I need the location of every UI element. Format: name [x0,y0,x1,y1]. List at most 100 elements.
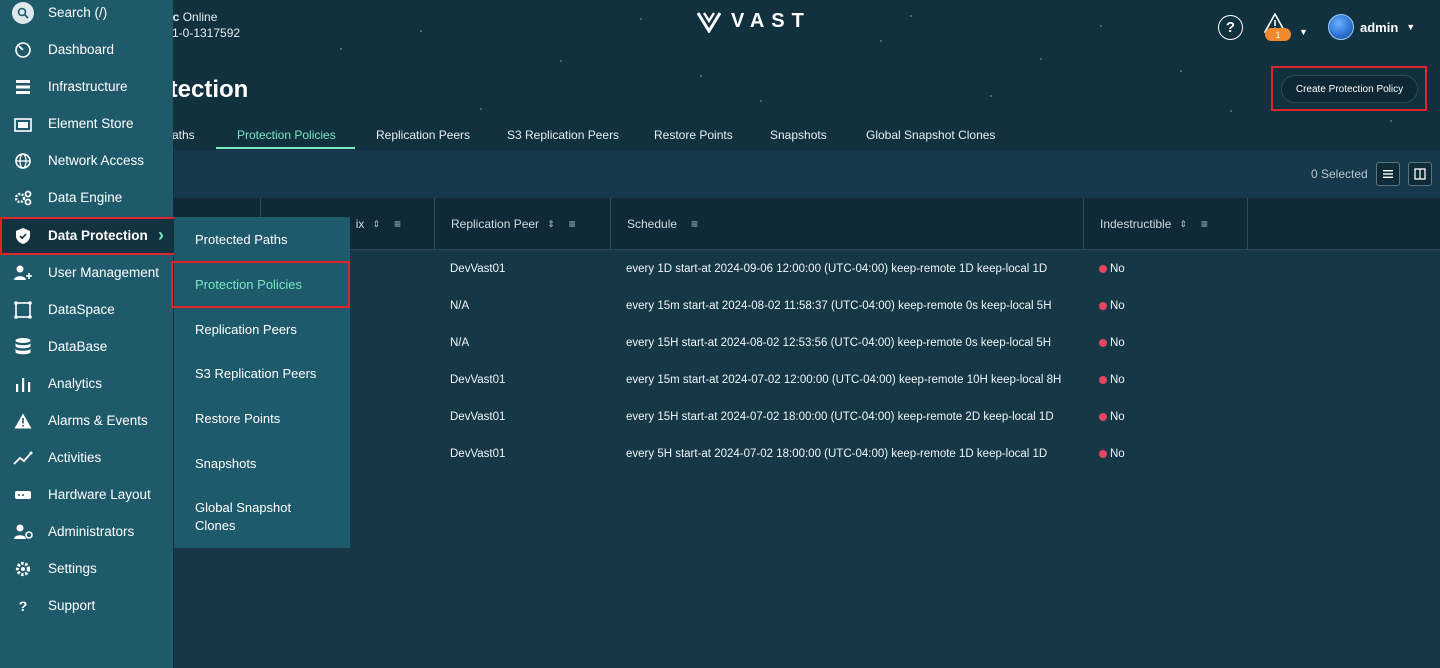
column-header-replication-peer[interactable]: Replication Peer ⇕ ≡ [435,198,611,250]
sidebar-item-label: Network Access [48,153,145,168]
sidebar-item-support[interactable]: ? Support [0,587,173,624]
cell-replication-peer: N/A [450,336,470,349]
columns-icon [1414,168,1426,180]
dashboard-icon [12,39,34,61]
sidebar-item-activities[interactable]: Activities [0,439,173,476]
list-view-button[interactable] [1376,162,1400,186]
sidebar-item-alarms-events[interactable]: Alarms & Events [0,402,173,439]
tab-global-snapshot-clones[interactable]: Global Snapshot Clones [866,128,995,142]
submenu-item-protected-paths[interactable]: Protected Paths [174,230,350,250]
sidebar-item-hardware-layout[interactable]: Hardware Layout [0,476,173,513]
infrastructure-icon [12,76,34,98]
sidebar-item-infrastructure[interactable]: Infrastructure [0,68,173,105]
create-protection-policy-button[interactable]: Create Protection Policy [1281,75,1418,103]
column-header-label: Replication Peer [451,217,540,231]
sidebar-item-administrators[interactable]: Administrators [0,513,173,550]
sidebar-item-database[interactable]: DataBase [0,328,173,365]
columns-view-button[interactable] [1408,162,1432,186]
sidebar-item-label: DataSpace [48,302,115,317]
column-menu-icon[interactable]: ≡ [569,217,576,231]
status-dot [1099,449,1107,458]
sidebar-item-analytics[interactable]: Analytics [0,365,173,402]
sidebar-item-label: Analytics [48,376,103,391]
status-dot [1099,338,1107,347]
sidebar-item-label: Hardware Layout [48,487,151,502]
column-menu-icon[interactable]: ≡ [1201,217,1208,231]
table-toolbar [174,150,1440,198]
gears-icon [12,187,34,209]
chevron-down-icon: ▼ [1406,22,1416,32]
sidebar-item-element-store[interactable]: Element Store [0,105,173,142]
list-icon [1383,170,1393,178]
sort-icon[interactable]: ⇕ [1179,219,1187,230]
status-dot [1099,412,1107,421]
tab-s3-replication-peers[interactable]: S3 Replication Peers [507,128,619,142]
sidebar-item-network-access[interactable]: Network Access [0,142,173,179]
sort-icon[interactable]: ⇕ [372,219,380,230]
tab-protected-paths[interactable]: aths [172,128,195,142]
column-header-label: Indestructible [1100,217,1172,231]
status-dot [1099,301,1107,310]
submenu-item-replication-peers[interactable]: Replication Peers [174,320,350,340]
tab-restore-points[interactable]: Restore Points [654,128,733,142]
sidebar-item-dashboard[interactable]: Dashboard [0,31,173,68]
cell-replication-peer: DevVast01 [450,447,506,460]
table-row[interactable]: N/A every 15H start-at 2024-08-02 12:53:… [174,324,1440,361]
highlight-frame [171,261,350,308]
submenu-item-snapshots[interactable]: Snapshots [174,454,350,474]
help-icon[interactable]: ? [1218,15,1243,40]
indestructible-value: No [1110,447,1125,460]
dataspace-icon [12,299,34,321]
sort-icon[interactable]: ⇕ [547,219,555,230]
sidebar-item-label: Alarms & Events [48,413,148,428]
sidebar-item-label: User Management [48,265,160,280]
sidebar-item-search[interactable]: Search (/) [0,0,173,31]
sidebar-item-label: Data Engine [48,190,123,205]
cell-schedule: every 1D start-at 2024-09-06 12:00:00 (U… [626,262,1048,275]
vast-logo[interactable]: VAST [697,10,811,33]
cell-replication-peer: DevVast01 [450,410,506,423]
sidebar-item-label: Infrastructure [48,79,128,94]
submenu-item-restore-points[interactable]: Restore Points [174,409,350,429]
tab-snapshots[interactable]: Snapshots [770,128,827,142]
chevron-down-icon: ▼ [1299,27,1308,37]
indestructible-value: No [1110,336,1125,349]
cell-replication-peer: DevVast01 [450,262,506,275]
sidebar-item-label: Support [48,598,96,613]
table-row[interactable]: DevVast01 every 1D start-at 2024-09-06 1… [174,250,1440,287]
vast-logo-icon [697,11,721,33]
sidebar-item-dataspace[interactable]: DataSpace [0,291,173,328]
cell-indestructible: No [1099,435,1125,472]
tab-replication-peers[interactable]: Replication Peers [376,128,470,142]
status-dot [1099,375,1107,384]
sidebar-item-label: Dashboard [48,42,115,57]
table-row[interactable]: DevVast01 every 15m start-at 2024-07-02 … [174,361,1440,398]
page-title: otection [155,76,249,103]
table-row[interactable]: DevVast01 every 5H start-at 2024-07-02 1… [174,435,1440,472]
warning-icon [12,410,34,432]
column-menu-icon[interactable]: ≡ [394,217,401,231]
user-menu[interactable]: admin ▼ [1328,14,1415,40]
submenu-item-s3-replication-peers[interactable]: S3 Replication Peers [174,364,350,384]
sidebar: Search (/) Dashboard Infrastructure Elem… [0,0,173,668]
table-row[interactable]: N/A every 15m start-at 2024-08-02 11:58:… [174,287,1440,324]
sidebar-item-label: Administrators [48,524,135,539]
submenu-item-global-snapshot-clones[interactable]: Global Snapshot Clones [174,499,314,535]
active-tab-indicator [216,147,355,149]
column-header-schedule[interactable]: Schedule ≡ [611,198,1084,250]
cluster-status: rc Online -1-0-1317592 [168,9,240,41]
column-menu-icon[interactable]: ≡ [691,217,698,231]
cell-indestructible: No [1099,324,1125,361]
table-row[interactable]: DevVast01 every 15H start-at 2024-07-02 … [174,398,1440,435]
cell-indestructible: No [1099,361,1125,398]
table-header: ix ⇕ ≡ Replication Peer ⇕ ≡ Schedule ≡ I… [174,198,1440,250]
cell-indestructible: No [1099,398,1125,435]
sidebar-item-user-management[interactable]: User Management [0,254,173,291]
indestructible-value: No [1110,262,1125,275]
alerts-button[interactable]: 1 ▼ [1262,13,1310,43]
sidebar-item-data-engine[interactable]: Data Engine [0,179,173,216]
tab-protection-policies[interactable]: Protection Policies [237,128,336,142]
column-header-indestructible[interactable]: Indestructible ⇕ ≡ [1084,198,1248,250]
sidebar-item-settings[interactable]: Settings [0,550,173,587]
analytics-icon [12,373,34,395]
